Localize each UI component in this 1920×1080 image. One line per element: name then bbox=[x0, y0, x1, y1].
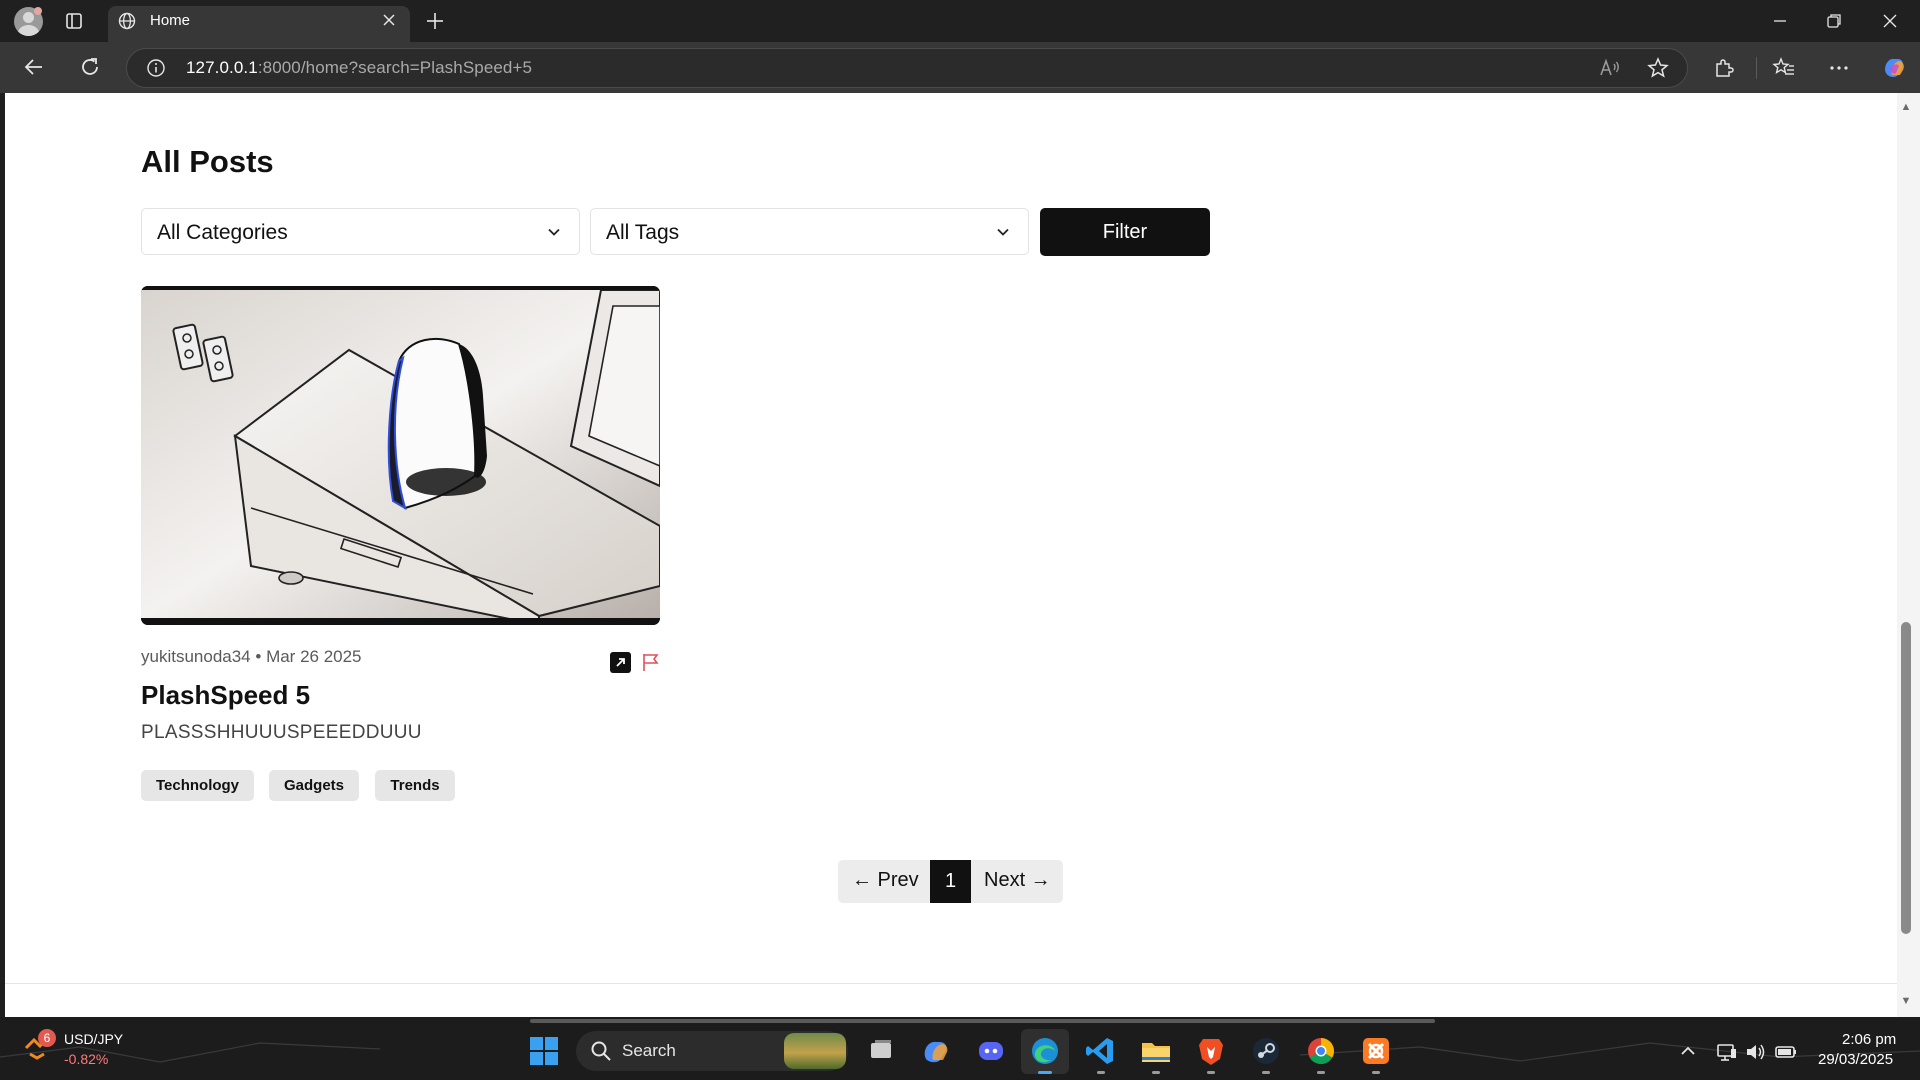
brave-indicator bbox=[1207, 1071, 1215, 1074]
read-aloud-icon[interactable] bbox=[1597, 56, 1621, 80]
brave-browser-icon[interactable] bbox=[1193, 1033, 1229, 1069]
show-hidden-icons-chevron-up-icon[interactable] bbox=[1678, 1041, 1698, 1061]
reload-icon[interactable] bbox=[78, 55, 102, 79]
scroll-down-arrow-icon[interactable]: ▼ bbox=[1899, 994, 1913, 1008]
tag-trends[interactable]: Trends bbox=[375, 770, 455, 801]
scroll-up-arrow-icon[interactable]: ▲ bbox=[1899, 100, 1913, 114]
category-select-value: All Categories bbox=[157, 221, 288, 244]
post-thumbnail-illustration bbox=[141, 286, 660, 625]
post-meta: yukitsunoda34 • Mar 26 2025 bbox=[141, 647, 362, 667]
tab-title: Home bbox=[150, 12, 191, 29]
file-explorer-icon[interactable] bbox=[1138, 1033, 1174, 1069]
post-thumbnail[interactable] bbox=[141, 286, 660, 625]
next-page-button[interactable]: Next → bbox=[984, 869, 1051, 892]
post-date: Mar 26 2025 bbox=[266, 647, 362, 666]
chevron-down-icon bbox=[548, 228, 560, 236]
tag-technology[interactable]: Technology bbox=[141, 770, 254, 801]
taskbar-top-highlight bbox=[530, 1019, 1435, 1023]
meta-separator: • bbox=[255, 647, 262, 666]
clock-date[interactable]: 29/03/2025 bbox=[1818, 1051, 1893, 1068]
chrome-icon[interactable] bbox=[1303, 1033, 1339, 1069]
windows-start-icon[interactable] bbox=[529, 1036, 559, 1066]
post-title[interactable]: PlashSpeed 5 bbox=[141, 680, 310, 711]
edge-browser-icon[interactable] bbox=[1027, 1033, 1063, 1069]
discord-icon[interactable] bbox=[973, 1033, 1009, 1069]
extensions-icon[interactable] bbox=[1712, 56, 1736, 80]
xampp-icon[interactable] bbox=[1358, 1033, 1394, 1069]
favorite-star-icon[interactable] bbox=[1646, 56, 1670, 80]
ticker-name[interactable]: USD/JPY bbox=[64, 1031, 123, 1047]
globe-icon bbox=[118, 12, 136, 30]
prev-page-button[interactable]: ← Prev bbox=[852, 869, 919, 892]
url-host: 127.0.0.1 bbox=[186, 58, 258, 77]
volume-icon[interactable] bbox=[1744, 1041, 1766, 1063]
favorites-list-icon[interactable] bbox=[1772, 56, 1796, 80]
page-title: All Posts bbox=[141, 144, 274, 179]
chevron-down-icon bbox=[997, 228, 1009, 236]
report-flag-icon[interactable] bbox=[640, 651, 662, 673]
search-highlight-image bbox=[784, 1033, 846, 1069]
category-select[interactable]: All Categories bbox=[141, 208, 580, 255]
url-path: :8000/home?search=PlashSpeed+5 bbox=[257, 58, 533, 77]
taskbar-search-label: Search bbox=[622, 1041, 676, 1060]
site-info-icon[interactable] bbox=[146, 58, 166, 78]
post-excerpt: PLASSSHHUUUSPEEEDDUUU bbox=[141, 722, 422, 743]
active-app-indicator bbox=[1038, 1071, 1052, 1074]
battery-icon[interactable] bbox=[1774, 1041, 1798, 1063]
copilot-app-icon[interactable] bbox=[918, 1033, 954, 1069]
steam-icon[interactable] bbox=[1248, 1033, 1284, 1069]
close-tab-icon[interactable] bbox=[380, 11, 398, 29]
copilot-icon[interactable] bbox=[1880, 53, 1908, 81]
more-options-icon[interactable] bbox=[1827, 56, 1851, 80]
back-arrow-icon[interactable] bbox=[22, 55, 46, 79]
page-footer-divider bbox=[5, 983, 1897, 984]
new-tab-icon[interactable] bbox=[424, 10, 446, 32]
steam-indicator bbox=[1262, 1071, 1270, 1074]
vscode-icon[interactable] bbox=[1083, 1033, 1119, 1069]
tab-actions-icon[interactable] bbox=[64, 11, 84, 31]
scrollbar-thumb[interactable] bbox=[1901, 622, 1911, 934]
url-text[interactable]: 127.0.0.1:8000/home?search=PlashSpeed+5 bbox=[186, 58, 532, 78]
xampp-indicator bbox=[1372, 1071, 1380, 1074]
restore-icon[interactable] bbox=[1824, 11, 1844, 31]
current-page-button[interactable]: 1 bbox=[930, 860, 971, 903]
profile-status-dot bbox=[34, 7, 42, 15]
search-icon bbox=[591, 1041, 611, 1061]
toolbar-divider bbox=[1756, 57, 1757, 79]
filter-button[interactable]: Filter bbox=[1040, 208, 1210, 256]
close-window-icon[interactable] bbox=[1880, 11, 1900, 31]
network-icon[interactable] bbox=[1716, 1041, 1738, 1063]
taskbar-wallpaper-cracks bbox=[0, 1042, 1920, 1063]
task-view-icon[interactable] bbox=[863, 1033, 899, 1069]
tag-select[interactable]: All Tags bbox=[590, 208, 1029, 255]
open-post-icon[interactable] bbox=[610, 652, 631, 673]
vscode-indicator bbox=[1097, 1071, 1105, 1074]
clock-time[interactable]: 2:06 pm bbox=[1842, 1031, 1896, 1048]
tag-select-value: All Tags bbox=[606, 221, 680, 244]
post-author[interactable]: yukitsunoda34 bbox=[141, 647, 251, 666]
chrome-indicator bbox=[1317, 1071, 1325, 1074]
minimize-icon[interactable] bbox=[1770, 11, 1790, 31]
file-explorer-indicator bbox=[1152, 1071, 1160, 1074]
ticker-change: -0.82% bbox=[64, 1051, 109, 1067]
windows-taskbar bbox=[0, 1017, 1920, 1080]
tag-gadgets[interactable]: Gadgets bbox=[269, 770, 359, 801]
notification-badge: 6 bbox=[38, 1029, 56, 1047]
